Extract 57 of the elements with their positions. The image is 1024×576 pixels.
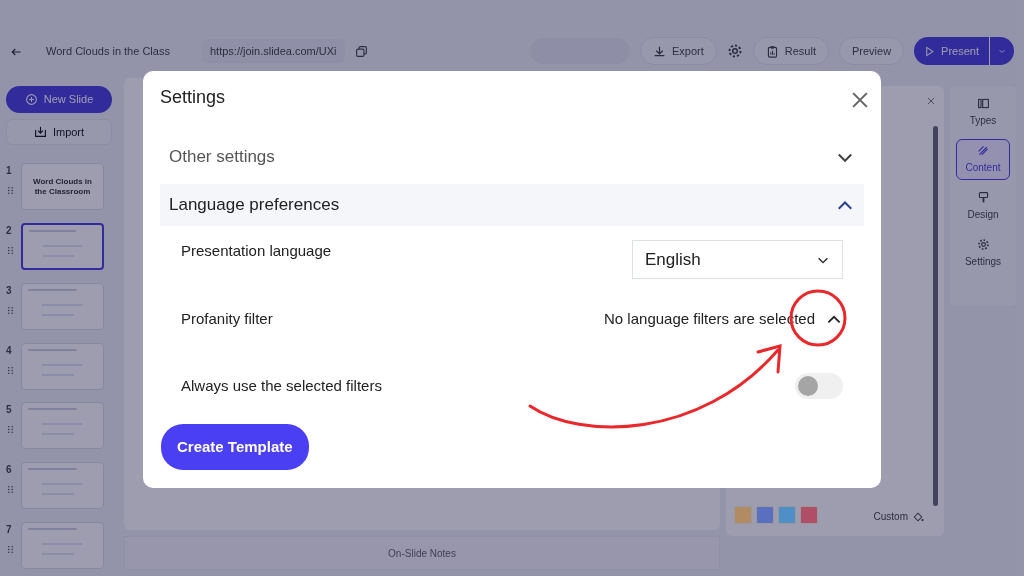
clipboard-icon <box>765 44 779 58</box>
download-icon <box>652 44 666 58</box>
side-tab[interactable]: Settings <box>956 233 1010 274</box>
accordion-header[interactable]: Other settings <box>160 136 864 178</box>
scrollbar[interactable] <box>933 126 938 506</box>
slide-number: 4 <box>6 343 13 358</box>
color-swatch[interactable] <box>778 506 796 524</box>
slide-number: 5 <box>6 403 13 418</box>
dialog-title: Settings <box>160 87 226 109</box>
custom-color-label[interactable]: Custom <box>873 509 908 524</box>
play-icon <box>924 45 936 57</box>
side-tab[interactable]: Content <box>956 139 1010 180</box>
drag-handle-icon[interactable] <box>6 245 15 255</box>
slide-number: 3 <box>6 283 13 298</box>
brush-icon <box>976 191 990 204</box>
drag-handle-icon[interactable] <box>6 425 15 435</box>
presentation-title[interactable]: Word Clouds in the Class <box>46 42 182 60</box>
gear-icon <box>976 238 990 251</box>
slide-number: 7 <box>6 523 13 538</box>
copy-icon[interactable] <box>354 44 368 58</box>
slide-number: 6 <box>6 463 13 478</box>
color-swatch[interactable] <box>800 506 818 524</box>
toolbar-button[interactable]: Preview <box>838 36 905 66</box>
paint-bucket-icon[interactable] <box>912 510 924 523</box>
import-icon <box>33 125 47 139</box>
pen-icon <box>976 144 990 157</box>
settings-icon[interactable] <box>726 43 743 59</box>
drag-handle-icon[interactable] <box>6 305 15 315</box>
drag-handle-icon[interactable] <box>6 545 15 555</box>
slide-number: 2 <box>6 223 13 238</box>
drag-handle-icon[interactable] <box>6 485 15 495</box>
close-icon[interactable] <box>926 96 936 106</box>
setting-label: Always use the selected filters <box>181 375 382 396</box>
color-swatch[interactable] <box>756 506 774 524</box>
notes-field[interactable]: On-Slide Notes <box>124 536 720 570</box>
toggle-switch[interactable] <box>795 373 843 399</box>
share-link[interactable]: https://join.slidea.com/UXi <box>202 38 345 64</box>
toolbar-button[interactable]: Export <box>639 36 717 66</box>
slide-thumbnail[interactable]: Word Clouds in the Classroom <box>21 163 104 210</box>
color-swatch[interactable] <box>734 506 752 524</box>
language-select[interactable]: English <box>632 240 843 279</box>
slide-thumbnail[interactable] <box>21 222 104 270</box>
side-tab[interactable]: Design <box>956 186 1010 227</box>
accordion-header[interactable]: Language preferences <box>160 184 864 226</box>
slide-number: 1 <box>6 164 13 178</box>
side-tab[interactable]: Types <box>956 92 1010 133</box>
columns-icon <box>976 97 990 110</box>
plus-icon <box>24 92 38 106</box>
toolbar-button[interactable]: Result <box>752 36 829 66</box>
drag-handle-icon[interactable] <box>6 365 15 375</box>
drag-handle-icon[interactable] <box>6 186 15 195</box>
present-button[interactable]: Present <box>914 36 1014 66</box>
setting-label: Presentation language <box>181 241 332 261</box>
import-button[interactable]: Import <box>6 118 112 145</box>
new-slide-button[interactable]: New Slide <box>6 86 112 113</box>
setting-label: Profanity filter <box>181 308 273 329</box>
create-template-button[interactable]: Create Template <box>161 423 309 470</box>
